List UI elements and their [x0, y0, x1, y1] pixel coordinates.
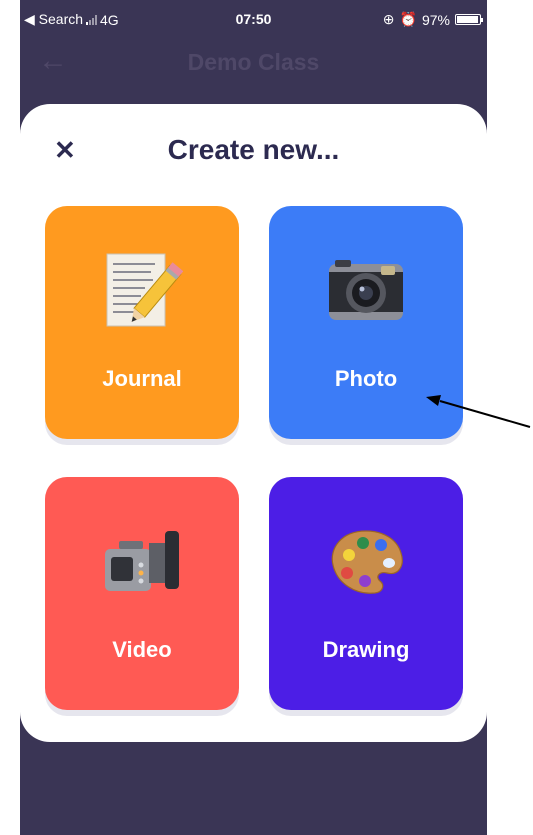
palette-icon [331, 530, 403, 594]
journal-label: Journal [102, 366, 182, 391]
alarm-icon: ⏰ [399, 11, 417, 27]
nav-bar: ← Demo Class [20, 40, 487, 82]
sheet-title: Create new... [167, 134, 340, 165]
video-button[interactable]: Video [45, 477, 239, 710]
nav-title: Demo Class [187, 49, 320, 75]
phone-screen: ◀ Search 4G 07:50 ⊕ ⏰ 97% ← Demo Class ✕… [20, 0, 487, 835]
drawing-label: Drawing [322, 637, 410, 662]
camera-icon [329, 260, 403, 320]
journal-button[interactable]: Journal [45, 206, 239, 439]
photo-label: Photo [334, 366, 398, 391]
journal-icon [106, 253, 183, 327]
status-bar: ◀ Search 4G 07:50 ⊕ ⏰ 97% [20, 0, 487, 40]
status-right: ⊕ ⏰ 97% [382, 11, 483, 28]
photo-button[interactable]: Photo [269, 206, 463, 439]
video-camera-icon [105, 531, 179, 591]
drawing-button[interactable]: Drawing [269, 477, 463, 710]
battery-icon [455, 14, 483, 25]
create-new-sheet: ✕ Create new... Journal Photo Video Draw… [20, 104, 487, 742]
battery-percent: 97% [421, 11, 450, 28]
video-label: Video [112, 637, 172, 662]
rotation-lock-icon: ⊕ [382, 11, 395, 27]
